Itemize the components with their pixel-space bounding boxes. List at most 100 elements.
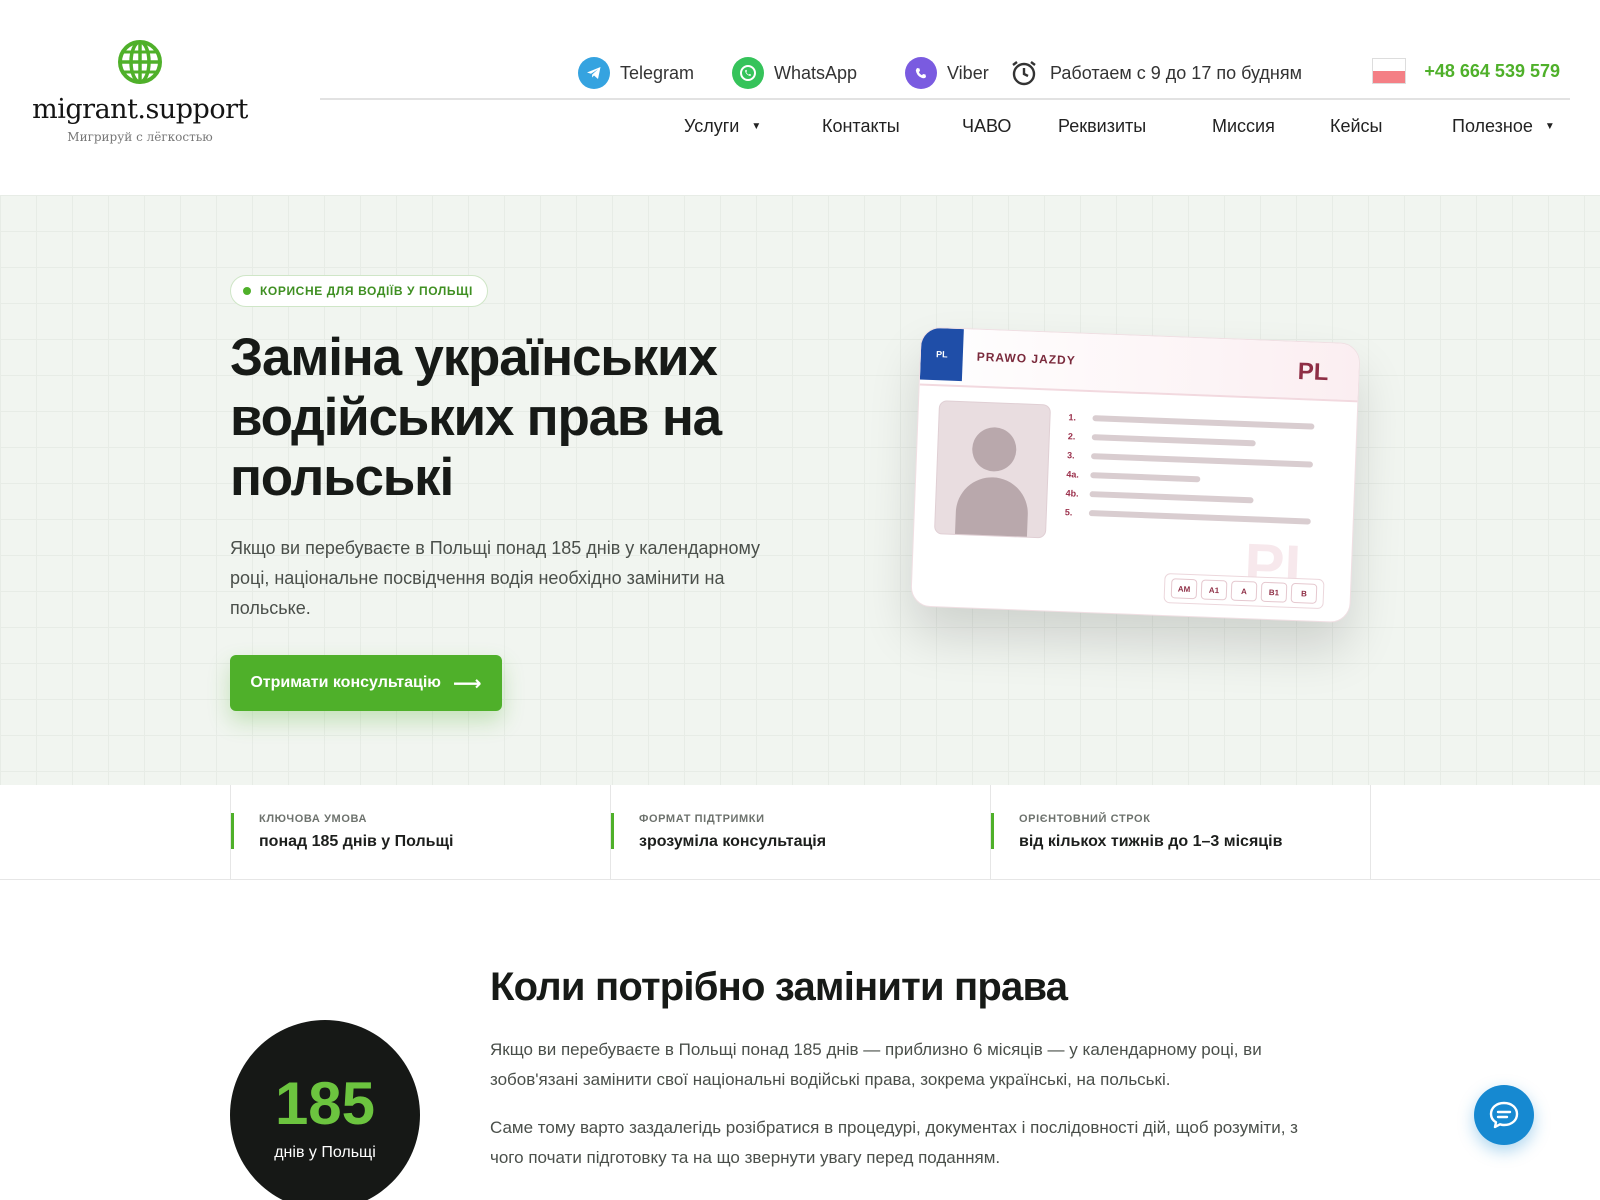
hero-title-line: Заміна українських — [230, 328, 718, 387]
nav-mission[interactable]: Миссия — [1212, 116, 1275, 137]
nav-useful[interactable]: Полезное ▼ — [1452, 116, 1555, 137]
hero-title-line: польські — [230, 448, 454, 507]
key-fact-label: КЛЮЧОВА УМОВА — [259, 813, 368, 825]
license-field-number: 4b. — [1065, 488, 1079, 499]
nav-faq-label: ЧАВО — [962, 116, 1012, 136]
nav-services-label: Услуги — [684, 116, 740, 136]
license-country: PL — [1297, 357, 1329, 387]
header-divider — [320, 98, 1570, 100]
section-text-line: Якщо ви перебуваєте в Польщі понад 185 д… — [490, 1040, 1262, 1059]
key-fact: ОРІЄНТОВНИЙ СТРОК від кількох тижнів до … — [990, 785, 1370, 880]
whatsapp-link[interactable]: WhatsApp — [732, 56, 857, 90]
working-hours-text: Работаем с 9 до 17 по будням — [1050, 62, 1302, 83]
nav-contacts[interactable]: Контакты — [822, 116, 900, 137]
main-nav: Услуги ▼ Контакты ЧАВО Реквизиты Миссия К… — [320, 110, 1570, 150]
license-field-number: 4a. — [1066, 469, 1080, 480]
license-field: 3. — [1066, 450, 1314, 468]
license-category: A — [1230, 580, 1258, 602]
nav-cases-label: Кейсы — [1330, 116, 1383, 136]
whatsapp-icon — [732, 57, 764, 89]
hero-tag-label: КОРИСНЕ ДЛЯ ВОДІЇВ У ПОЛЬЩІ — [260, 284, 473, 298]
nav-requisites-label: Реквизиты — [1058, 116, 1147, 136]
hero-text-line: Якщо ви перебуваєте в Польщі понад 185 д… — [230, 538, 761, 558]
key-fact: ФОРМАТ ПІДТРИМКИ зрозуміла консультація — [610, 785, 990, 880]
caret-down-icon: ▼ — [1544, 121, 1555, 132]
days-badge-caption: днів у Польщі — [274, 1144, 376, 1161]
hero-text-line: польське. — [230, 598, 311, 618]
key-facts-strip: КЛЮЧОВА УМОВА понад 185 днів у Польщі ФО… — [0, 785, 1600, 880]
license-field-number: 2. — [1067, 431, 1076, 442]
nav-mission-label: Миссия — [1212, 116, 1275, 136]
hero-text-line: році, національне посвідчення водія необ… — [230, 568, 725, 588]
chat-widget-button[interactable] — [1474, 1085, 1534, 1145]
nav-requisites[interactable]: Реквизиты — [1058, 116, 1146, 137]
nav-services[interactable]: Услуги ▼ — [684, 116, 761, 137]
license-field: 4a. — [1066, 469, 1201, 483]
status-dot-icon — [243, 287, 251, 295]
working-hours: Работаем с 9 до 17 по будням — [1008, 56, 1302, 90]
hero-tag: КОРИСНЕ ДЛЯ ВОДІЇВ У ПОЛЬЩІ — [230, 275, 488, 307]
section-paragraph: Якщо ви перебуваєте в Польщі понад 185 д… — [490, 1035, 1370, 1095]
strip-divider — [1370, 785, 1371, 880]
logo-name: migrant.support — [32, 94, 248, 125]
nav-useful-label: Полезное — [1452, 116, 1533, 136]
nav-faq[interactable]: ЧАВО — [962, 116, 1011, 137]
logo[interactable]: migrant.support Мигрируй с лёгкостью — [30, 38, 250, 144]
telegram-link[interactable]: Telegram — [578, 56, 694, 90]
driving-license-illustration: PL PRAWO JAZDY PL 1. 2. 3. 4a. 4b. 5. PL… — [909, 326, 1370, 643]
chat-bubble-icon — [1489, 1101, 1519, 1129]
arrow-right-icon: ⟶ — [452, 672, 482, 695]
telegram-icon — [578, 57, 610, 89]
phone-number[interactable]: +48 664 539 579 — [1424, 61, 1560, 82]
contact-bar: Telegram WhatsApp Viber Работаем с 9 до … — [320, 50, 1570, 94]
section-paragraph: Саме тому варто заздалегідь розібратися … — [490, 1113, 1370, 1173]
consultation-button[interactable]: Отримати консультацію ⟶ — [230, 655, 502, 711]
eu-badge: PL — [919, 327, 964, 382]
license-category: AM — [1170, 578, 1198, 600]
viber-link[interactable]: Viber — [905, 56, 989, 90]
license-category: B — [1290, 582, 1318, 604]
hero-title-line: водійських прав на — [230, 388, 722, 447]
key-fact: КЛЮЧОВА УМОВА понад 185 днів у Польщі — [230, 785, 610, 880]
caret-down-icon: ▼ — [751, 121, 762, 132]
days-badge-number: 185 — [274, 1070, 376, 1137]
license-card: PL PRAWO JAZDY PL 1. 2. 3. 4a. 4b. 5. PL… — [910, 326, 1361, 624]
globe-icon — [118, 40, 162, 84]
nav-contacts-label: Контакты — [822, 116, 900, 136]
viber-label: Viber — [947, 62, 989, 83]
section-title: Коли потрібно замінити права — [490, 965, 1068, 1009]
license-field-number: 3. — [1066, 450, 1075, 461]
viber-icon — [905, 57, 937, 89]
person-photo-icon — [933, 400, 1052, 539]
license-field-number: 1. — [1068, 412, 1077, 423]
key-fact-value: від кількох тижнів до 1–3 місяців — [1019, 833, 1283, 850]
nav-cases[interactable]: Кейсы — [1330, 116, 1383, 137]
license-field: 5. — [1064, 507, 1311, 525]
license-field: 2. — [1067, 431, 1256, 447]
license-category: B1 — [1260, 581, 1288, 603]
key-fact-value: понад 185 днів у Польщі — [259, 833, 454, 850]
hero-section: КОРИСНЕ ДЛЯ ВОДІЇВ У ПОЛЬЩІ Заміна украї… — [0, 195, 1600, 785]
whatsapp-label: WhatsApp — [774, 62, 858, 83]
license-field: 4b. — [1065, 488, 1254, 504]
key-fact-label: ФОРМАТ ПІДТРИМКИ — [639, 813, 765, 825]
section-text-line: зобов'язані замінити свої національні во… — [490, 1070, 1171, 1089]
hero-title: Заміна українських водійських прав на по… — [230, 328, 790, 508]
telegram-label: Telegram — [620, 62, 695, 83]
key-fact-value: зрозуміла консультація — [639, 833, 827, 850]
consultation-button-label: Отримати консультацію — [250, 674, 441, 691]
phone-block[interactable]: +48 664 539 579 — [1372, 58, 1560, 84]
key-fact-label: ОРІЄНТОВНИЙ СТРОК — [1019, 813, 1151, 825]
poland-flag-icon[interactable] — [1372, 58, 1407, 84]
license-categories: AM A1 A B1 B — [1163, 573, 1325, 610]
license-card-header — [919, 327, 1361, 403]
section-text-line: Саме тому варто заздалегідь розібратися … — [490, 1118, 1298, 1137]
license-category: A1 — [1200, 579, 1228, 601]
license-field: 1. — [1068, 412, 1315, 430]
license-field-number: 5. — [1064, 507, 1073, 518]
alarm-clock-icon — [1008, 57, 1040, 89]
site-header: migrant.support Мигрируй с лёгкостью Tel… — [0, 0, 1600, 195]
hero-description: Якщо ви перебуваєте в Польщі понад 185 д… — [230, 533, 810, 623]
section-text-line: чого почати підготовку та на що звернути… — [490, 1148, 1001, 1167]
days-badge: 185 днів у Польщі — [230, 1020, 420, 1200]
